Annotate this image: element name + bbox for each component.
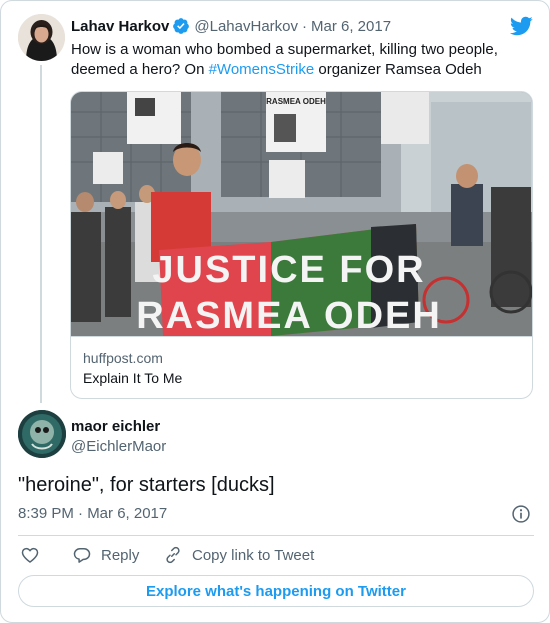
- reply-timestamp[interactable]: 8:39 PM · Mar 6, 2017: [18, 505, 167, 522]
- reply-button[interactable]: Reply: [72, 544, 139, 566]
- link-preview-image: RASMEA ODEH JUSTICE FOR RASMEA ODEH: [71, 92, 532, 336]
- info-icon[interactable]: [511, 504, 531, 524]
- tweet-text-part-2: organizer Ramsea Odeh: [314, 61, 482, 78]
- banner-text-line2: RASMEA ODEH: [136, 295, 442, 336]
- explore-twitter-button[interactable]: Explore what's happening on Twitter: [18, 575, 534, 607]
- reply-author-handle[interactable]: @EichlerMaor: [71, 438, 166, 455]
- heart-icon: [21, 547, 39, 563]
- reply-author-avatar[interactable]: [18, 410, 66, 458]
- author-handle[interactable]: @LahavHarkov: [194, 18, 298, 35]
- link-icon: [166, 546, 180, 564]
- divider: [18, 535, 534, 536]
- link-preview-meta: huffpost.com Explain It To Me: [71, 336, 532, 398]
- reply-label: Reply: [101, 546, 140, 564]
- copy-link-label: Copy link to Tweet: [192, 546, 315, 564]
- banner-text-line1: JUSTICE FOR: [152, 249, 425, 291]
- reply-tweet-text: "heroine", for starters [ducks]: [18, 474, 275, 496]
- tweet-date[interactable]: Mar 6, 2017: [311, 18, 391, 35]
- tweet-header: Lahav Harkov @LahavHarkov · Mar 6, 2017: [71, 16, 391, 36]
- like-button[interactable]: [20, 544, 40, 566]
- tweet-embed-card: Lahav Harkov @LahavHarkov · Mar 6, 2017 …: [0, 0, 550, 623]
- author-name[interactable]: Lahav Harkov: [71, 18, 169, 35]
- protest-sign-text: RASMEA ODEH: [266, 97, 326, 106]
- verified-badge-icon: [173, 18, 190, 34]
- reply-icon: [73, 548, 91, 563]
- author-avatar[interactable]: [18, 14, 65, 61]
- thread-connector-line: [40, 65, 42, 403]
- twitter-bird-icon[interactable]: [509, 14, 533, 38]
- copy-link-button[interactable]: Copy link to Tweet: [163, 544, 314, 566]
- reply-author-name[interactable]: maor eichler: [71, 418, 160, 435]
- link-preview-card[interactable]: RASMEA ODEH JUSTICE FOR RASMEA ODEH huff…: [70, 91, 533, 399]
- hashtag-link[interactable]: #WomensStrike: [209, 61, 315, 78]
- tweet-text: How is a woman who bombed a supermarket,…: [71, 40, 511, 80]
- link-domain: huffpost.com: [83, 350, 163, 366]
- separator-dot: ·: [302, 17, 307, 35]
- link-title: Explain It To Me: [83, 370, 183, 386]
